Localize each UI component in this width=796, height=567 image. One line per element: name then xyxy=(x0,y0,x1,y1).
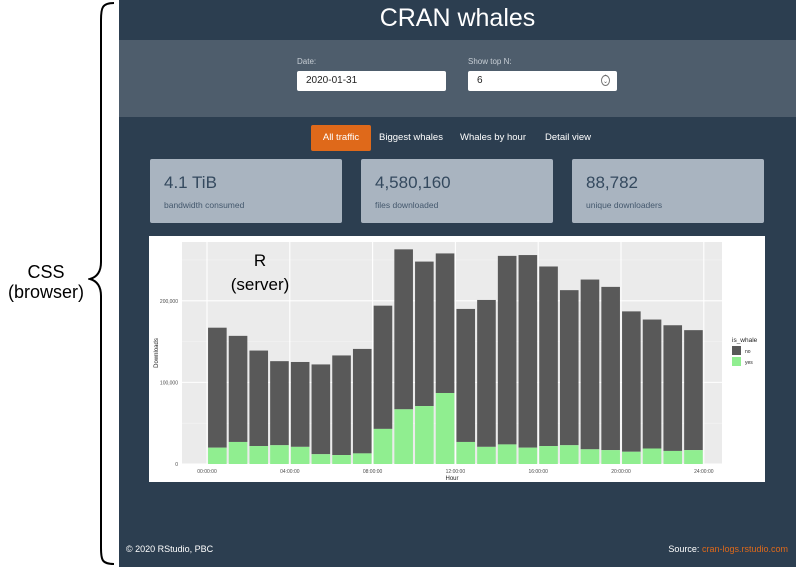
stat-card-downloaders: 88,782 unique downloaders xyxy=(572,159,764,223)
tab-biggest-whales[interactable]: Biggest whales xyxy=(375,125,447,151)
bar-no xyxy=(415,261,434,407)
bar-no xyxy=(208,327,227,448)
bar-yes xyxy=(394,409,413,464)
bar-yes xyxy=(415,406,434,464)
stat-caption: files downloaded xyxy=(375,200,439,210)
bar-yes xyxy=(497,444,517,464)
r-annotation-line1: R xyxy=(254,251,266,270)
downloads-chart: 0 100,000 200,000 00:00:00 04:00:00 08:00:00 1… xyxy=(154,242,758,482)
source-label: Source: xyxy=(668,544,700,554)
bar-yes xyxy=(684,450,703,464)
bar-yes xyxy=(249,446,269,464)
stat-card-files: 4,580,160 files downloaded xyxy=(361,159,553,223)
y-tick-label: 0 xyxy=(175,462,178,468)
stat-value: 4.1 TiB xyxy=(164,173,217,192)
bar-no xyxy=(601,286,620,451)
bar-yes xyxy=(208,447,227,464)
r-annotation-line2: (server) xyxy=(231,275,290,294)
x-axis-label: Hour xyxy=(445,476,458,482)
bar-no xyxy=(456,308,476,442)
stat-caption: unique downloaders xyxy=(586,200,663,210)
bar-yes xyxy=(352,453,372,464)
brace-annotation xyxy=(88,2,115,565)
bar-yes xyxy=(373,428,393,464)
bar-yes xyxy=(642,448,662,464)
bar-yes xyxy=(456,441,476,464)
stat-value: 88,782 xyxy=(586,173,638,192)
stat-card-bandwidth: 4.1 TiB bandwidth consumed xyxy=(150,159,342,223)
controls-panel: Date: 2020-01-31 Show top N: 6 ⌃ ⌄ xyxy=(119,40,796,117)
x-tick-label: 24:00:00 xyxy=(694,469,714,475)
bar-no xyxy=(394,249,413,410)
topn-input[interactable]: 6 ⌃ ⌄ xyxy=(468,71,617,91)
legend-label-yes: yes xyxy=(745,360,753,366)
bar-no xyxy=(352,348,372,454)
app-window: CRAN whales Date: 2020-01-31 Show top N:… xyxy=(119,0,796,567)
bar-no xyxy=(270,361,289,446)
legend-key-yes xyxy=(732,357,741,366)
bar-yes xyxy=(580,449,600,464)
x-tick-label: 04:00:00 xyxy=(280,469,300,475)
legend-label-no: no xyxy=(745,349,751,355)
bar-no xyxy=(477,299,496,447)
bar-no xyxy=(332,355,351,456)
tab-all-traffic[interactable]: All traffic xyxy=(311,125,371,151)
footer-source: Source: cran-logs.rstudio.com xyxy=(668,544,788,554)
plot-container: 0 100,000 200,000 00:00:00 04:00:00 08:00:00 1… xyxy=(149,236,765,482)
bar-no xyxy=(228,335,248,442)
y-axis-label: Downloads xyxy=(154,338,160,368)
y-tick-label: 100,000 xyxy=(160,380,178,386)
bar-yes xyxy=(601,450,620,464)
bar-yes xyxy=(518,447,538,464)
y-tick-label: 200,000 xyxy=(160,299,178,305)
bar-yes xyxy=(435,392,455,464)
source-link[interactable]: cran-logs.rstudio.com xyxy=(702,544,788,554)
bar-yes xyxy=(228,441,248,464)
x-tick-label: 12:00:00 xyxy=(446,469,466,475)
bar-no xyxy=(435,253,455,393)
bar-yes xyxy=(311,454,331,464)
bar-no xyxy=(580,279,600,450)
legend-title: is_whale xyxy=(732,337,758,344)
date-input[interactable]: 2020-01-31 xyxy=(297,71,446,91)
bar-yes xyxy=(622,451,641,464)
bar-yes xyxy=(559,445,579,464)
topn-label: Show top N: xyxy=(468,57,512,66)
bar-yes xyxy=(539,446,558,464)
tab-detail-view[interactable]: Detail view xyxy=(538,125,598,151)
page-title: CRAN whales xyxy=(379,4,536,32)
bar-yes xyxy=(332,455,351,464)
bar-no xyxy=(373,305,393,429)
bar-no xyxy=(642,319,662,449)
bar-yes xyxy=(290,446,310,464)
stat-caption: bandwidth consumed xyxy=(164,200,245,210)
bar-no xyxy=(559,290,579,446)
bar-no xyxy=(622,311,641,452)
bar-no xyxy=(290,361,310,447)
tab-bar: All traffic Biggest whales Whales by hou… xyxy=(119,125,796,151)
bar-no xyxy=(684,330,703,451)
bar-no xyxy=(518,255,538,448)
x-tick-label: 16:00:00 xyxy=(528,469,548,475)
bar-no xyxy=(539,266,558,447)
bar-no xyxy=(311,364,331,455)
stat-value: 4,580,160 xyxy=(375,173,451,192)
bar-yes xyxy=(477,446,496,464)
bar-no xyxy=(663,325,683,451)
x-tick-label: 00:00:00 xyxy=(197,469,217,475)
legend-key-no xyxy=(732,346,741,355)
bar-no xyxy=(249,350,269,447)
css-annotation-label: CSS (browser) xyxy=(7,262,84,302)
bar-yes xyxy=(663,450,683,464)
topn-value: 6 xyxy=(477,75,483,86)
date-label: Date: xyxy=(297,57,317,66)
spinner-icon[interactable]: ⌃ ⌄ xyxy=(601,75,610,86)
bar-no xyxy=(497,255,517,445)
bar-yes xyxy=(270,445,289,464)
x-tick-label: 20:00:00 xyxy=(611,469,631,475)
x-tick-label: 08:00:00 xyxy=(363,469,383,475)
copyright-text: © 2020 RStudio, PBC xyxy=(126,544,214,554)
tab-whales-by-hour[interactable]: Whales by hour xyxy=(456,125,530,151)
